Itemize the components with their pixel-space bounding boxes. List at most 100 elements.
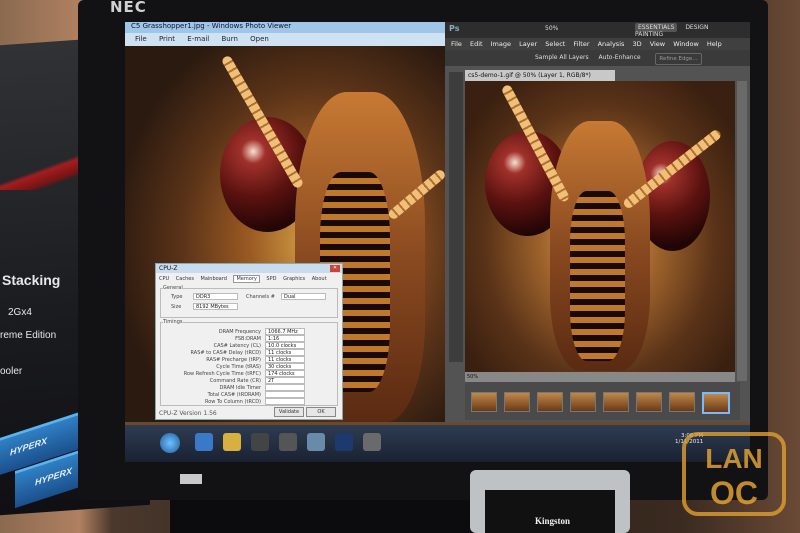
photoshop-icon[interactable] — [335, 433, 353, 451]
tools-panel[interactable] — [449, 72, 463, 362]
photo-viewer-icon[interactable] — [307, 433, 325, 451]
tab-cpu[interactable]: CPU — [159, 276, 169, 282]
animation-frame[interactable] — [636, 392, 662, 412]
svg-text:OC: OC — [710, 475, 758, 511]
menu-help[interactable]: Help — [707, 40, 722, 48]
type-value: DDR3 — [193, 293, 238, 300]
menu-file[interactable]: File — [451, 40, 462, 48]
animation-frame[interactable] — [702, 392, 730, 414]
validate-button[interactable]: Validate — [274, 407, 304, 417]
monitor-sticker — [180, 474, 202, 484]
tab-graphics[interactable]: Graphics — [283, 276, 305, 282]
animation-frame[interactable] — [471, 392, 497, 412]
banner-text-cooler: ooler — [0, 366, 23, 377]
app-icon[interactable] — [279, 433, 297, 451]
workspace-switcher: ESSENTIALS DESIGN PAINTING — [635, 23, 750, 38]
sample-all-layers-checkbox[interactable]: Sample All Layers — [535, 54, 589, 61]
banner-text-stacking: Stacking — [2, 272, 61, 288]
menu-layer[interactable]: Layer — [519, 40, 537, 48]
timing-label: FSB:DRAM — [235, 336, 261, 342]
size-label: Size — [171, 304, 182, 310]
options-bar: Sample All Layers Auto-Enhance Refine Ed… — [445, 50, 750, 66]
windows-taskbar: 3:08 PM 1/11/2011 — [125, 425, 750, 462]
timing-label: RAS# Precharge (tRP) — [206, 357, 261, 363]
timing-value — [265, 391, 305, 398]
media-player-icon[interactable] — [251, 433, 269, 451]
animation-frame[interactable] — [669, 392, 695, 412]
timing-label: Total CAS# (tRDRAM) — [207, 392, 261, 398]
cpuz-icon[interactable] — [363, 433, 381, 451]
timing-value: 1066.7 MHz — [265, 328, 305, 335]
size-value: 8192 MBytes — [193, 303, 238, 310]
document-canvas[interactable] — [465, 81, 735, 372]
refine-edge-button[interactable]: Refine Edge... — [655, 53, 702, 65]
tab-about[interactable]: About — [312, 276, 327, 282]
timing-label: CAS# Latency (CL) — [213, 343, 261, 349]
general-label: General — [163, 285, 183, 291]
menu-open[interactable]: Open — [250, 35, 269, 43]
timings-label: Timings — [163, 319, 183, 325]
timings-group: Timings DRAM Frequency 1066.7 MHz FSB:DRAM… — [160, 319, 338, 406]
menu-3d[interactable]: 3D — [632, 40, 641, 48]
menu-view[interactable]: View — [650, 40, 665, 48]
animation-frame[interactable] — [603, 392, 629, 412]
menu-email[interactable]: E-mail — [187, 35, 209, 43]
workspace-painting[interactable]: PAINTING — [635, 31, 663, 38]
ie-icon[interactable] — [195, 433, 213, 451]
lanoc-watermark: LAN OC — [682, 432, 786, 516]
timing-label: DRAM Idle Timer — [219, 385, 261, 391]
timing-value: 11 clocks — [265, 349, 305, 356]
timing-label: Row To Column (tRCD) — [204, 399, 261, 405]
tab-memory[interactable]: Memory — [233, 275, 260, 283]
kingston-logo: Kingston — [535, 516, 571, 526]
ram-label: HYPERX — [35, 465, 73, 488]
menu-edit[interactable]: Edit — [470, 40, 483, 48]
timing-label: Command Rate (CR) — [209, 378, 261, 384]
cpuz-tabs: CPU Caches Mainboard Memory SPD Graphics… — [159, 275, 332, 283]
tab-caches[interactable]: Caches — [176, 276, 194, 282]
menu-select[interactable]: Select — [545, 40, 565, 48]
animation-frame[interactable] — [570, 392, 596, 412]
photoshop-app-bar: Ps 50% ESSENTIALS DESIGN PAINTING — [445, 22, 750, 38]
auto-enhance-checkbox[interactable]: Auto-Enhance — [599, 54, 641, 61]
photo-viewer-menu: File Print E-mail Burn Open — [125, 33, 447, 46]
start-button[interactable] — [160, 433, 180, 453]
tab-mainboard[interactable]: Mainboard — [201, 276, 227, 282]
timing-label: Cycle Time (tRAS) — [216, 364, 261, 370]
menu-file[interactable]: File — [135, 35, 147, 43]
panel-scrollbar[interactable] — [737, 81, 747, 381]
cpuz-version: CPU-Z Version 1.56 — [159, 410, 217, 417]
menu-print[interactable]: Print — [159, 35, 175, 43]
photoshop-menu-bar: File Edit Image Layer Select Filter Anal… — [445, 38, 750, 50]
close-icon[interactable]: ✕ — [330, 265, 340, 272]
svg-text:LAN: LAN — [705, 443, 763, 474]
menu-filter[interactable]: Filter — [573, 40, 589, 48]
cpuz-title: CPU-Z — [156, 264, 342, 273]
zoom-level[interactable]: 50% — [545, 25, 558, 32]
ok-button[interactable]: OK — [306, 407, 336, 417]
monitor-brand: NEC — [110, 0, 147, 16]
animation-frame[interactable] — [537, 392, 563, 412]
folder-icon[interactable] — [223, 433, 241, 451]
timing-value: 1:16 — [265, 335, 305, 342]
timing-label: Row Refresh Cycle Time (tRFC) — [183, 371, 261, 377]
type-label: Type — [171, 294, 183, 300]
channels-value: Dual — [281, 293, 326, 300]
workspace-design[interactable]: DESIGN — [685, 24, 708, 31]
animation-frame[interactable] — [504, 392, 530, 412]
timing-value: 174 clocks — [265, 370, 305, 377]
menu-window[interactable]: Window — [673, 40, 699, 48]
photoshop-window: Ps 50% ESSENTIALS DESIGN PAINTING File E… — [445, 22, 750, 422]
document-tab[interactable]: cs5-demo-1.gif @ 50% (Layer 1, RGB/8*) — [465, 70, 615, 81]
tab-spd[interactable]: SPD — [266, 276, 276, 282]
banner-text-edition: reme Edition — [0, 330, 57, 341]
photoshop-logo: Ps — [449, 24, 460, 33]
timing-value — [265, 398, 305, 405]
menu-image[interactable]: Image — [491, 40, 511, 48]
menu-analysis[interactable]: Analysis — [598, 40, 625, 48]
photo-viewer-title: C5 Grasshopper1.jpg - Windows Photo View… — [125, 22, 447, 33]
menu-burn[interactable]: Burn — [221, 35, 237, 43]
insect-mouthparts — [570, 191, 625, 361]
timing-value: 10.0 clocks — [265, 342, 305, 349]
timing-value: 2T — [265, 377, 305, 384]
